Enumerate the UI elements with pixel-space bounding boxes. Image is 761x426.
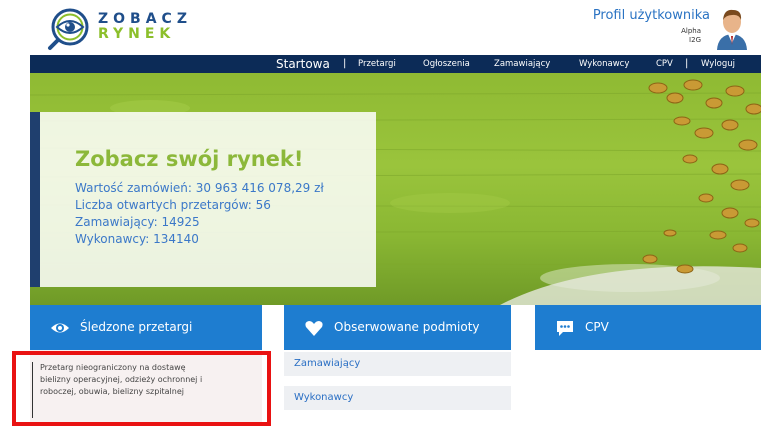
tracked-tenders-title: Śledzone przetargi xyxy=(80,320,193,334)
observed-item-wykonawcy[interactable]: Wykonawcy xyxy=(284,386,511,410)
header: ZOBACZ RYNEK Profil użytkownika Alpha I2… xyxy=(0,0,761,55)
profile-name-line-1: Alpha xyxy=(681,27,701,35)
profile-name-line-2: I2G xyxy=(689,36,701,44)
hero-stat-contracting-authorities: Zamawiający: 14925 xyxy=(75,215,200,229)
observed-entities-title: Obserwowane podmioty xyxy=(334,320,480,334)
nav-item-przetargi[interactable]: Przetargi xyxy=(358,55,396,73)
highlight-frame xyxy=(12,351,271,426)
observed-item-zamawiajacy[interactable]: Zamawiający xyxy=(284,352,511,376)
hero-stat-contractors: Wykonawcy: 134140 xyxy=(75,232,199,246)
hero-accent-bar xyxy=(30,112,40,287)
profile-link[interactable]: Profil użytkownika xyxy=(593,8,710,23)
eye-icon xyxy=(51,323,69,333)
tracked-tenders-header[interactable]: Śledzone przetargi xyxy=(30,305,262,350)
logo-text-rynek: RYNEK xyxy=(98,26,176,42)
observed-entities-header[interactable]: Obserwowane podmioty xyxy=(284,305,511,350)
cpv-header[interactable]: CPV xyxy=(535,305,761,350)
user-avatar-icon[interactable] xyxy=(715,5,749,50)
profile-name: Alpha I2G xyxy=(681,27,701,45)
hero-stat-open-tenders: Liczba otwartych przetargów: 56 xyxy=(75,198,271,212)
cpv-title: CPV xyxy=(585,320,609,334)
chat-icon xyxy=(557,321,573,336)
main-navigation: Startowa | Przetargi Ogłoszenia Zamawiaj… xyxy=(30,55,761,73)
logo-text-zobacz: ZOBACZ xyxy=(98,11,192,27)
nav-item-cpv[interactable]: CPV xyxy=(656,55,673,73)
hero-title: Zobacz swój rynek! xyxy=(75,147,304,171)
hero-stat-order-value: Wartość zamówień: 30 963 416 078,29 zł xyxy=(75,181,324,195)
nav-item-zamawiajacy[interactable]: Zamawiający xyxy=(494,55,550,73)
nav-item-wykonawcy[interactable]: Wykonawcy xyxy=(579,55,629,73)
heart-icon xyxy=(305,321,323,336)
nav-separator: | xyxy=(343,58,347,69)
nav-separator: | xyxy=(685,58,689,69)
nav-item-ogloszenia[interactable]: Ogłoszenia xyxy=(423,55,470,73)
nav-item-wyloguj[interactable]: Wyloguj xyxy=(701,55,735,73)
nav-item-startowa[interactable]: Startowa xyxy=(276,55,330,73)
